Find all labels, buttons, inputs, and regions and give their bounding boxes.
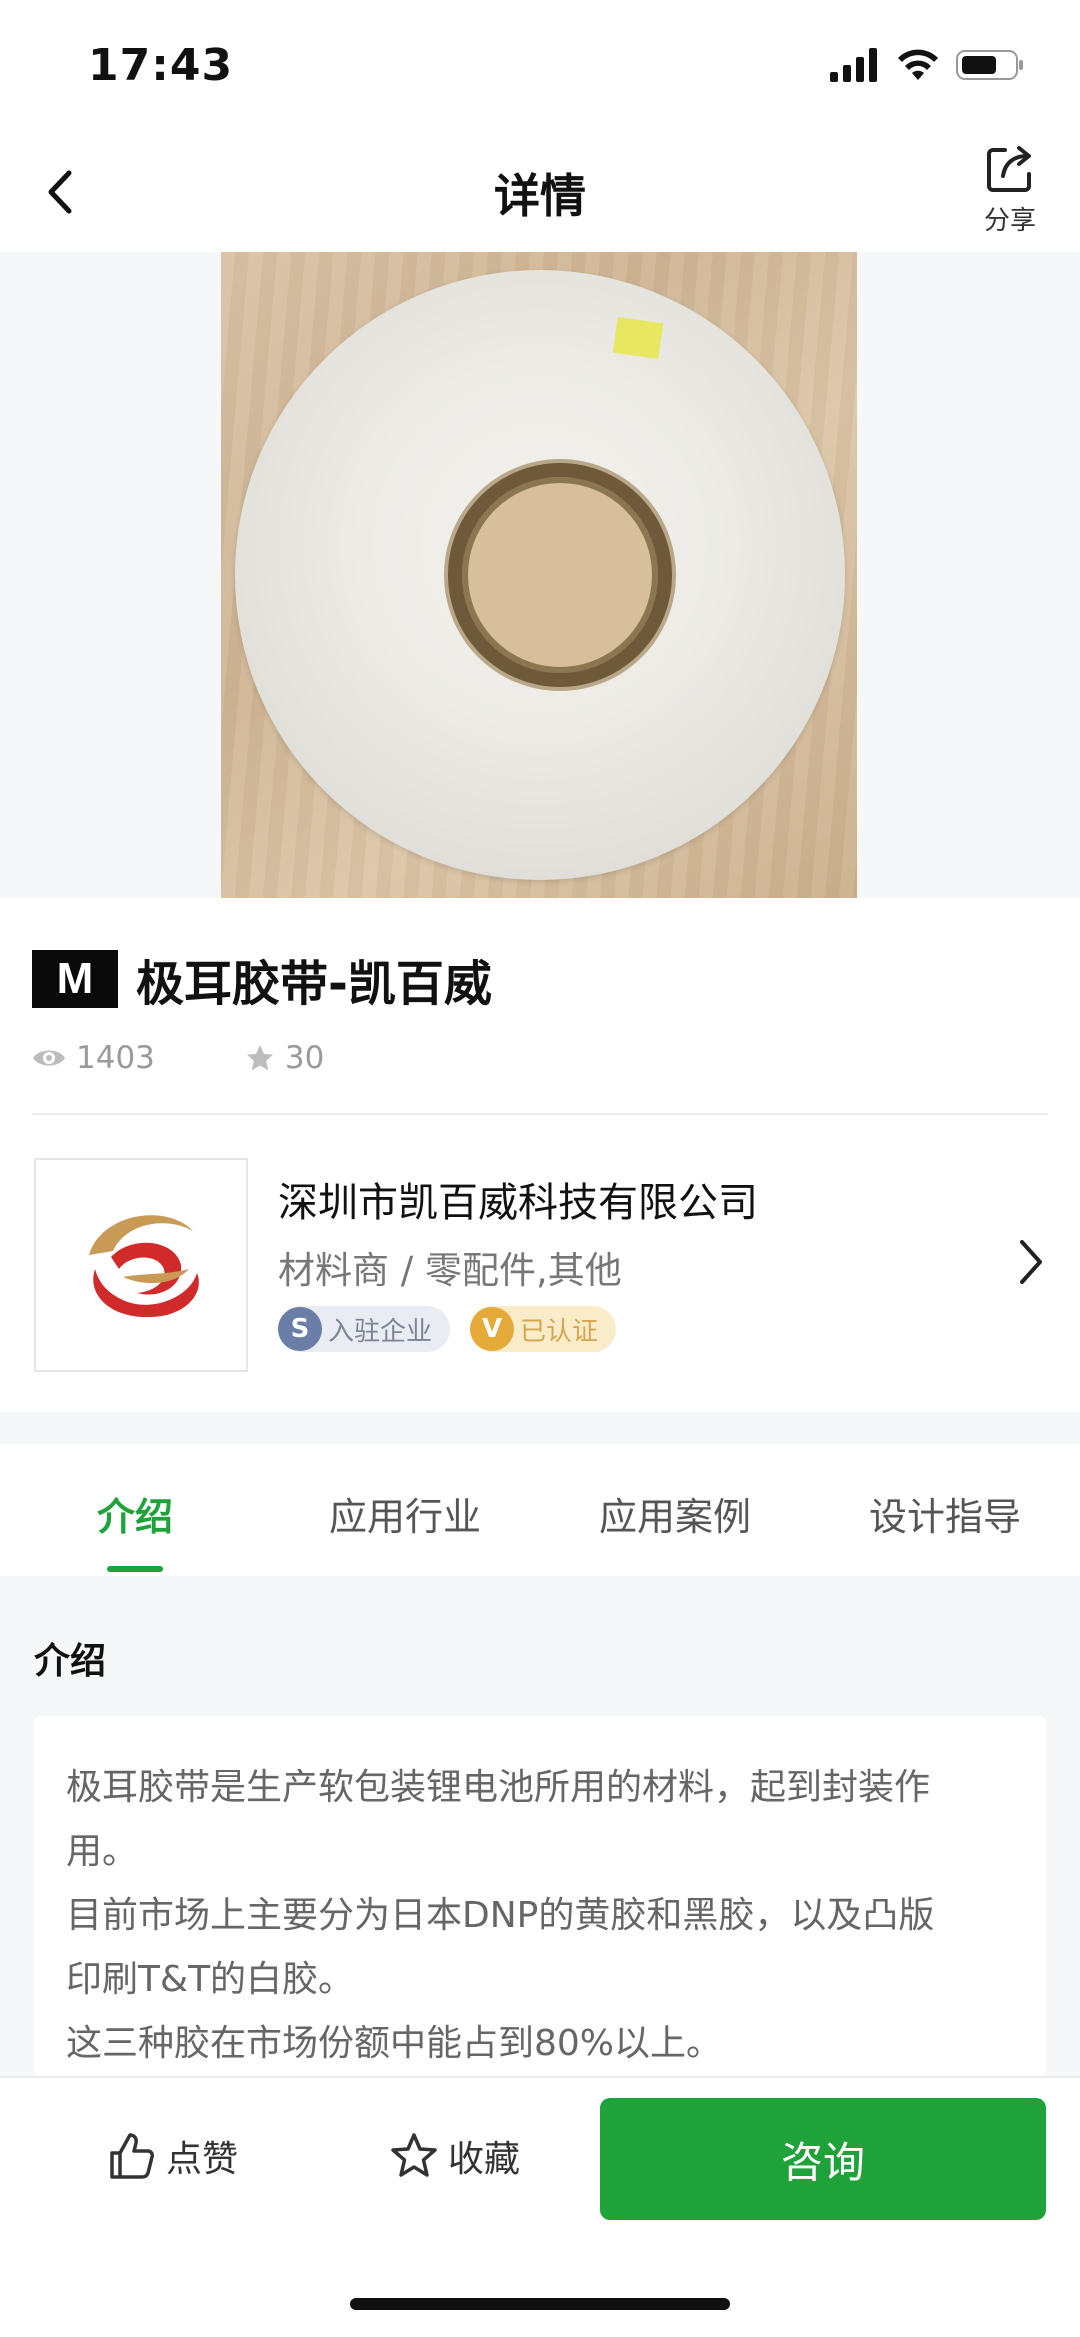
share-button[interactable]: 分享 [970,142,1050,252]
company-category: 材料商 / 零配件,其他 [278,1249,622,1292]
product-photo[interactable] [221,252,857,898]
tab-active-indicator [107,1566,163,1572]
like-label: 点赞 [166,2139,239,2180]
company-logo-mark [89,1215,199,1318]
nav-bar: 详情 分享 [0,132,1080,252]
tape-roll-image [235,270,845,880]
intro-text: 极耳胶带是生产软包装锂电池所用的材料，起到封装作 用。 目前市场上主要分为日本D… [66,1756,1014,2076]
page-title: 详情 [494,169,586,223]
certified-label: 已认证 [520,1316,599,1347]
company-tags: S 入驻企业 V 已认证 [278,1306,617,1352]
favorites-count: 30 [284,1040,325,1076]
tab-cases-label: 应用案例 [598,1495,751,1539]
settled-badge: S 入驻企业 [278,1306,451,1352]
tape-roll-core [448,463,672,687]
chevron-right-icon [1020,1240,1042,1284]
intro-line: 目前市场上主要分为日本DNP的黄胶和黑胶，以及凸版 [66,1895,935,1936]
intro-line: 用。 [66,1831,139,1872]
tab-cases[interactable]: 应用案例 [540,1444,810,1576]
star-outline-icon [391,2133,437,2177]
intro-line: 这三种胶在市场份额中能占到80%以上。 [66,2023,723,2064]
battery-icon [956,50,1023,80]
tab-design-guide[interactable]: 设计指导 [810,1444,1080,1576]
status-bar: 17:43 [0,0,1080,132]
product-image-area [0,252,1080,898]
share-icon [987,146,1031,192]
certified-badge: V 已认证 [470,1306,617,1352]
product-title-row: M 极耳胶带-凯百威 [32,944,492,1014]
product-title: 极耳胶带-凯百威 [136,956,492,1012]
status-icons [830,48,1026,82]
favorites-stat: 30 [245,1040,324,1076]
category-badge: M [32,950,118,1008]
signal-icon [830,48,877,82]
status-time: 17:43 [88,40,234,91]
share-label: 分享 [983,206,1036,236]
eye-icon [33,1050,65,1066]
company-card[interactable]: 深圳市凯百威科技有限公司 材料商 / 零配件,其他 S 入驻企业 V 已认证 [0,1140,1080,1380]
tab-intro[interactable]: 介绍 [0,1444,270,1576]
settled-icon: S [278,1307,322,1351]
intro-heading: 介绍 [34,1641,107,1682]
stats-row: 1403 30 [32,1040,324,1076]
favorite-label: 收藏 [448,2139,521,2180]
company-name: 深圳市凯百威科技有限公司 [278,1180,758,1226]
wifi-icon [898,49,938,80]
section-gap [0,1412,1080,1444]
certified-icon: V [470,1307,515,1351]
views-stat: 1403 [32,1040,155,1076]
tab-bar: 介绍 应用行业 应用案例 设计指导 [0,1444,1080,1576]
thumbs-up-icon [110,2133,154,2179]
settled-label: 入驻企业 [328,1316,433,1347]
tab-industries[interactable]: 应用行业 [270,1444,540,1576]
views-count: 1403 [76,1040,155,1076]
intro-line: 印刷T&T的白胶。 [66,1959,355,2000]
star-icon [246,1045,273,1071]
divider [32,1113,1048,1115]
tab-intro-label: 介绍 [96,1495,173,1539]
tape-roll-sticker [612,316,664,360]
intro-line: 极耳胶带是生产软包装锂电池所用的材料，起到封装作 [66,1767,931,1808]
home-indicator [350,2298,730,2310]
like-button[interactable]: 点赞 [106,2130,238,2182]
intro-card: 极耳胶带是生产软包装锂电池所用的材料，起到封装作 用。 目前市场上主要分为日本D… [34,1716,1046,2076]
company-logo [34,1158,248,1372]
intro-section: 介绍 极耳胶带是生产软包装锂电池所用的材料，起到封装作 用。 目前市场上主要分为… [0,1576,1080,2076]
tab-industries-label: 应用行业 [328,1495,481,1539]
tab-design-guide-label: 设计指导 [868,1495,1021,1539]
favorite-button[interactable]: 收藏 [390,2130,520,2182]
consult-button[interactable]: 咨询 [600,2098,1046,2220]
